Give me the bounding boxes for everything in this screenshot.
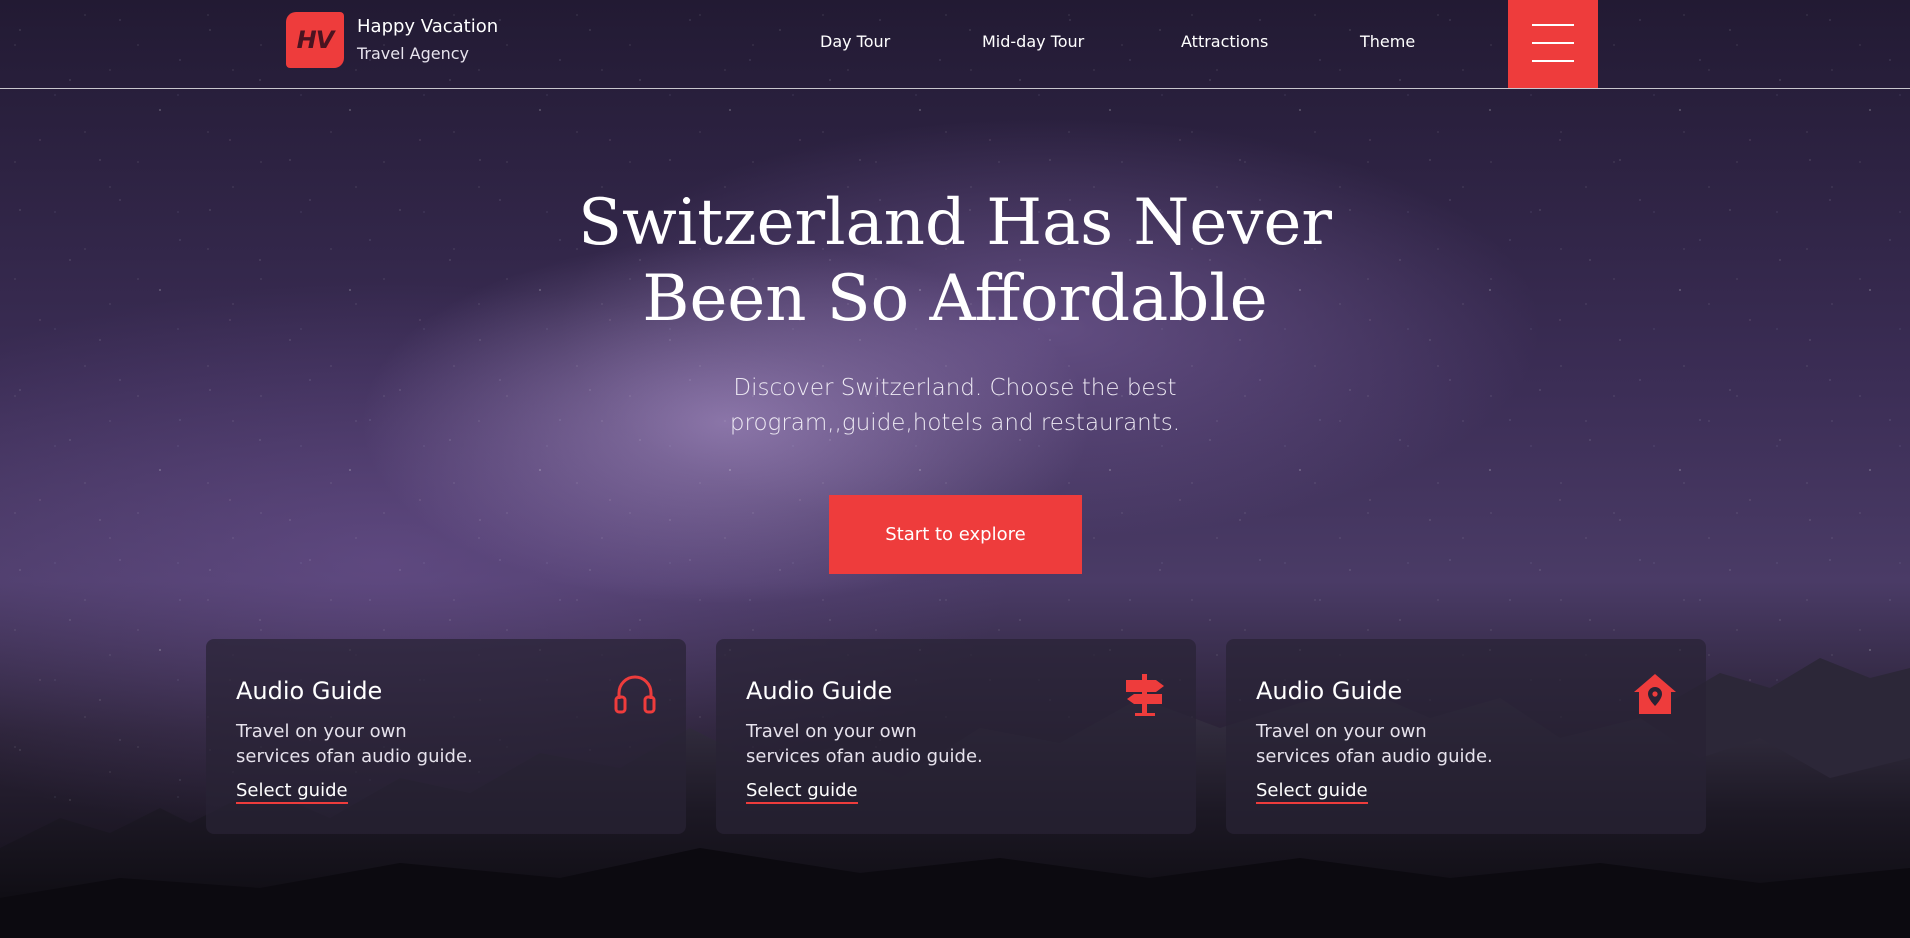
card-description-line-1: Travel on your own — [236, 721, 407, 742]
hero-title: Switzerland Has Never Been So Affordable — [455, 185, 1455, 337]
feature-card-audio-guide: Audio Guide Travel on your own services … — [716, 639, 1196, 834]
card-title: Audio Guide — [746, 677, 893, 705]
hero-subtitle-line-1: Discover Switzerland. Choose the best — [733, 375, 1177, 401]
site-header: HV Happy Vacation Travel Agency Day Tour… — [0, 0, 1910, 89]
start-explore-button[interactable]: Start to explore — [829, 495, 1082, 574]
card-description-line-2: services ofan audio guide. — [236, 746, 473, 767]
nav-item-day-tour[interactable]: Day Tour — [820, 32, 890, 51]
select-guide-link[interactable]: Select guide — [236, 780, 348, 804]
feature-card-audio-guide: Audio Guide Travel on your own services … — [206, 639, 686, 834]
nav-item-mid-day-tour[interactable]: Mid-day Tour — [982, 32, 1084, 51]
home-location-icon — [1634, 674, 1676, 714]
nav-item-attractions[interactable]: Attractions — [1181, 32, 1268, 51]
card-description-line-1: Travel on your own — [1256, 721, 1427, 742]
signpost-icon — [1126, 674, 1164, 716]
brand-name[interactable]: Happy Vacation — [357, 16, 498, 37]
card-description-line-2: services ofan audio guide. — [1256, 746, 1493, 767]
card-description-line-2: services ofan audio guide. — [746, 746, 983, 767]
menu-button[interactable] — [1508, 0, 1598, 88]
logo-text: HV — [296, 26, 335, 54]
card-description: Travel on your own services ofan audio g… — [236, 719, 556, 769]
brand-subtitle: Travel Agency — [357, 44, 469, 63]
card-title: Audio Guide — [236, 677, 383, 705]
hero-title-line-2: Been So Affordable — [642, 262, 1268, 336]
select-guide-link[interactable]: Select guide — [1256, 780, 1368, 804]
card-description: Travel on your own services ofan audio g… — [1256, 719, 1576, 769]
select-guide-link[interactable]: Select guide — [746, 780, 858, 804]
card-title: Audio Guide — [1256, 677, 1403, 705]
hero-subtitle: Discover Switzerland. Choose the best pr… — [605, 371, 1305, 441]
brand-logo[interactable]: HV — [286, 12, 344, 68]
hero-subtitle-line-2: program,,guide,hotels and restaurants. — [729, 410, 1181, 436]
hero-title-line-1: Switzerland Has Never — [578, 186, 1332, 260]
nav-item-theme[interactable]: Theme — [1360, 32, 1415, 51]
feature-card-audio-guide: Audio Guide Travel on your own services … — [1226, 639, 1706, 834]
card-description: Travel on your own services ofan audio g… — [746, 719, 1066, 769]
card-description-line-1: Travel on your own — [746, 721, 917, 742]
headphones-icon — [614, 675, 656, 714]
